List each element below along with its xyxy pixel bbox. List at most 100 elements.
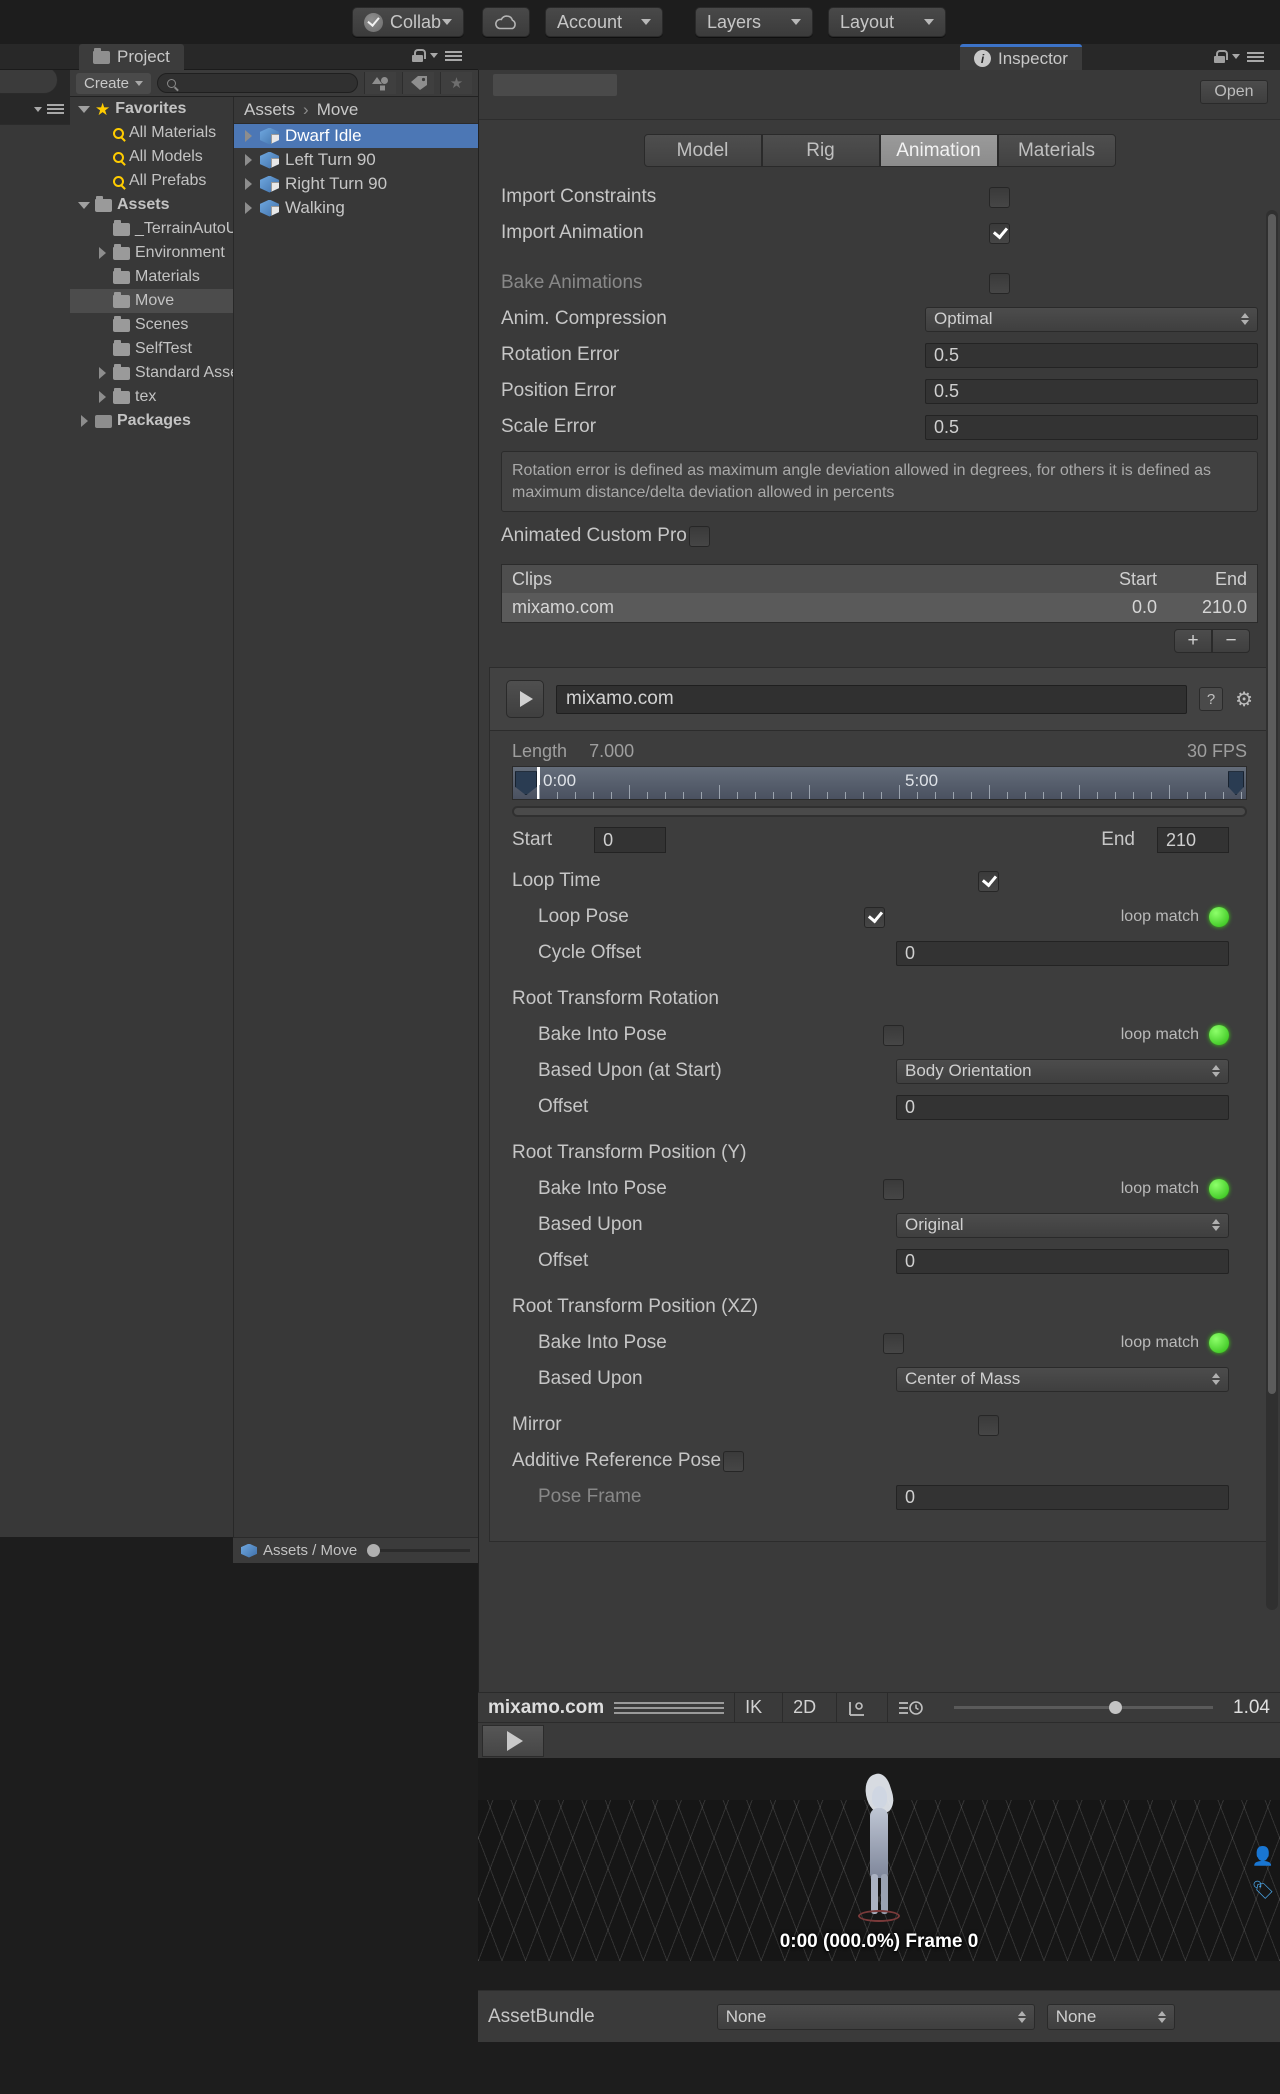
hierarchy-search-stub[interactable] [0,66,58,94]
start-handle[interactable] [515,771,537,796]
twisty-collapsed-icon[interactable] [96,367,108,379]
project-search-box[interactable] [157,73,358,93]
root-pos-xz-bake-checkbox[interactable] [883,1332,905,1354]
layout-button[interactable]: Layout [828,7,946,37]
tree-item-tex[interactable]: tex [70,385,233,409]
twisty-collapsed-icon[interactable] [78,415,90,427]
collab-button[interactable]: Collab [352,7,464,37]
clip-name-input[interactable]: mixamo.com [556,684,1188,714]
hamburger-icon[interactable] [1247,51,1264,62]
speed-icon[interactable] [887,1692,934,1723]
remove-clip-button[interactable]: − [1212,629,1250,654]
preview-play-button[interactable] [482,1725,544,1757]
filter-by-label-button[interactable] [402,72,434,94]
importer-tab-materials[interactable]: Materials [997,134,1116,167]
tree-item-environment[interactable]: Environment [70,241,233,265]
twisty-collapsed-icon[interactable] [96,391,108,403]
tree-item-scenes[interactable]: Scenes [70,313,233,337]
assetbundle-variant-dropdown[interactable]: None [1046,2003,1175,2030]
tree-item-all-materials[interactable]: All Materials [70,121,233,145]
scale-error-field[interactable]: 0.5 [925,414,1258,440]
mirror-checkbox[interactable] [978,1414,999,1436]
breadcrumb-leaf[interactable]: Move [317,100,359,120]
inspector-scrollbar[interactable] [1266,210,1278,1610]
root-pos-xz-basedupon-dropdown[interactable]: Center of Mass [896,1366,1229,1392]
twisty-expanded-icon[interactable] [78,201,90,209]
twisty-expanded-icon[interactable] [78,105,90,113]
tree-item-assets[interactable]: Assets [70,193,233,217]
2d-toggle-button[interactable]: 2D [782,1692,826,1723]
root-rotation-bake-checkbox[interactable] [883,1024,905,1046]
tree-item-all-prefabs[interactable]: All Prefabs [70,169,233,193]
avatar-icon[interactable]: 👤 [1252,1845,1274,1867]
tree-item-materials[interactable]: Materials [70,265,233,289]
asset-item[interactable]: Walking [234,196,478,220]
twisty-collapsed-icon[interactable] [242,154,254,166]
twisty-collapsed-icon[interactable] [242,178,254,190]
timeline-ruler[interactable]: 0:00 5:00 [512,766,1247,801]
tree-item-all-models[interactable]: All Models [70,145,233,169]
root-rotation-offset-field[interactable]: 0 [896,1094,1229,1120]
twisty-collapsed-icon[interactable] [242,130,254,142]
playback-speed-slider[interactable] [954,1701,1214,1714]
loop-pose-checkbox[interactable] [864,906,886,928]
tree-item--terrainautoupgrade[interactable]: _TerrainAutoUpgrade [70,217,287,241]
hamburger-icon[interactable] [445,50,462,61]
filter-by-type-button[interactable] [364,72,396,94]
root-pos-y-bake-checkbox[interactable] [883,1178,905,1200]
lock-icon[interactable] [1214,50,1228,63]
pivot-icon[interactable] [836,1692,877,1723]
asset-item[interactable]: Dwarf Idle [234,124,478,148]
clip-start-field[interactable]: 0 [594,827,667,854]
timeline-scrollbar[interactable] [512,806,1247,818]
twisty-collapsed-icon[interactable] [242,202,254,214]
account-button[interactable]: Account [545,7,663,37]
root-rotation-basedupon-dropdown[interactable]: Body Orientation [896,1058,1229,1084]
favorites-filter-button[interactable]: ★ [440,72,472,94]
asset-item[interactable]: Left Turn 90 [234,148,478,172]
asset-item[interactable]: Right Turn 90 [234,172,478,196]
thumbnail-size-slider[interactable] [367,1544,470,1557]
lock-icon[interactable] [412,49,426,62]
import-constraints-checkbox[interactable] [989,186,1010,208]
animated-custom-pro-checkbox[interactable] [688,525,710,547]
rotation-error-field[interactable]: 0.5 [925,342,1258,368]
clip-play-button[interactable] [506,680,544,719]
tab-project[interactable]: Project [79,44,184,70]
anim-compression-dropdown[interactable]: Optimal [925,306,1258,332]
import-animation-checkbox[interactable] [989,222,1010,244]
clips-table-row[interactable]: mixamo.com 0.0 210.0 [502,593,1257,623]
importer-tab-model[interactable]: Model [643,134,762,167]
tree-item-move[interactable]: Move [70,289,233,313]
tree-item-packages[interactable]: Packages [70,409,233,433]
assetbundle-dropdown[interactable]: None [716,2003,1035,2030]
project-panel-options[interactable] [412,49,462,62]
root-pos-y-offset-field[interactable]: 0 [896,1248,1229,1274]
importer-tab-rig[interactable]: Rig [761,134,880,167]
breadcrumb-root[interactable]: Assets [244,100,295,120]
additive-reference-pose-checkbox[interactable] [723,1450,745,1472]
inspector-panel-options[interactable] [1214,50,1264,63]
tree-item-favorites[interactable]: ★ Favorites [70,97,233,121]
cloud-button[interactable] [482,7,530,37]
drag-grip-icon[interactable] [614,1701,725,1714]
add-clip-button[interactable]: + [1174,629,1212,654]
animation-preview-viewport[interactable]: 👤 🏷 0:00 (000.0%) Frame 0 [478,1758,1280,1961]
gear-icon[interactable]: ⚙ [1235,687,1253,712]
importer-tab-animation[interactable]: Animation [879,134,998,167]
position-error-field[interactable]: 0.5 [925,378,1258,404]
help-icon[interactable]: ? [1199,687,1224,712]
tree-item-selftest[interactable]: SelfTest [70,337,233,361]
clip-end-field[interactable]: 210 [1157,827,1229,854]
panel-menu-button[interactable] [34,104,64,114]
root-pos-y-basedupon-dropdown[interactable]: Original [896,1212,1229,1238]
ik-toggle-button[interactable]: IK [734,1692,772,1723]
tab-inspector[interactable]: i Inspector [960,44,1082,70]
loop-time-checkbox[interactable] [978,870,999,892]
search-input[interactable] [182,75,348,91]
twisty-collapsed-icon[interactable] [96,247,108,259]
layers-button[interactable]: Layers [695,7,813,37]
cycle-offset-field[interactable]: 0 [896,940,1229,966]
tag-icon[interactable]: 🏷 [1252,1879,1275,1901]
open-button[interactable]: Open [1200,80,1268,104]
